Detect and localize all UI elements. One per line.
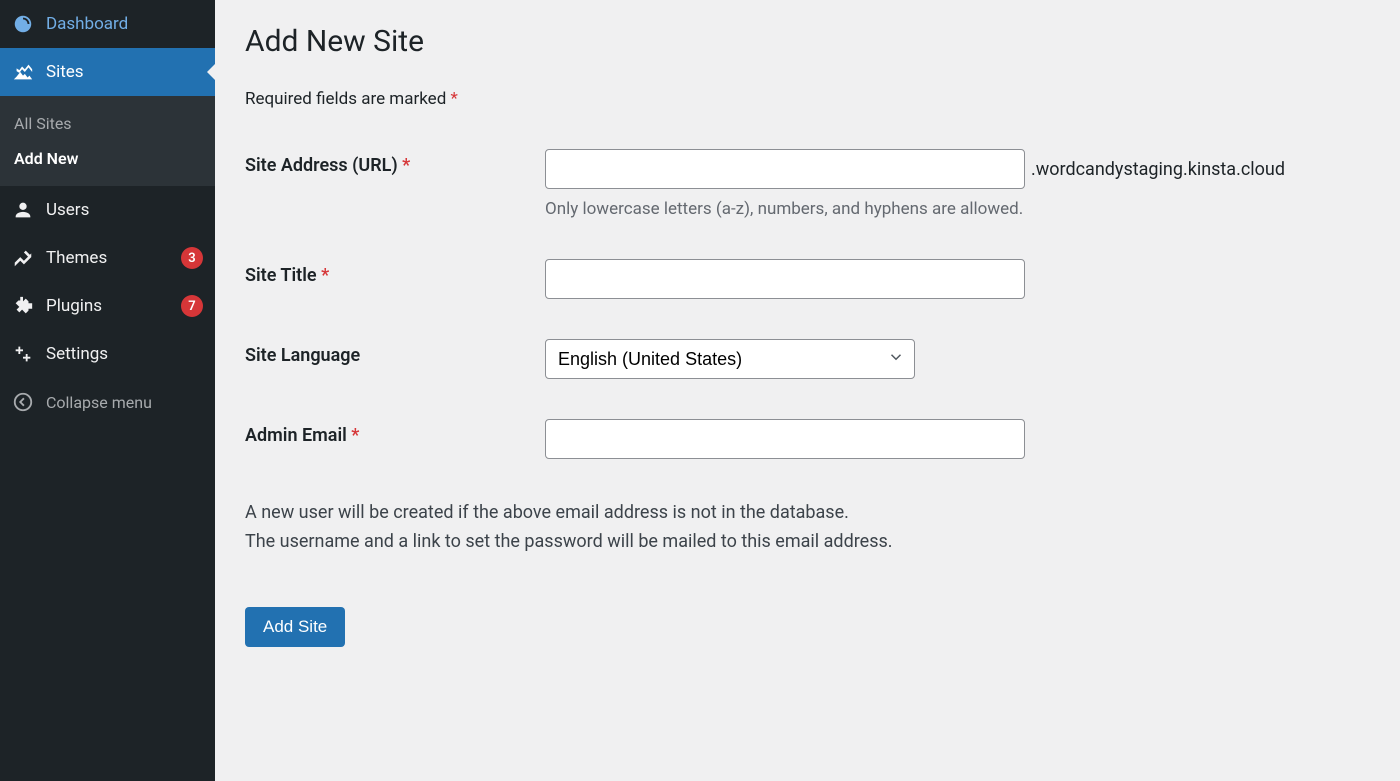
sidebar-submenu-sites: All Sites Add New — [0, 96, 215, 186]
add-site-button[interactable]: Add Site — [245, 607, 345, 647]
domain-suffix: .wordcandystaging.kinsta.cloud — [1031, 159, 1285, 180]
label-site-title: Site Title * — [245, 259, 545, 286]
row-admin-email: Admin Email * — [245, 419, 1370, 459]
required-note-text: Required fields are marked — [245, 89, 446, 109]
required-mark: * — [451, 89, 458, 109]
main-content: Add New Site Required fields are marked … — [215, 0, 1400, 781]
settings-icon — [12, 343, 34, 365]
sidebar-item-label: Collapse menu — [46, 393, 203, 412]
site-address-input[interactable] — [545, 149, 1025, 189]
themes-icon — [12, 247, 34, 269]
field-admin-email — [545, 419, 1370, 459]
sites-icon — [12, 61, 34, 83]
update-badge: 7 — [181, 295, 203, 317]
sidebar-item-label: Dashboard — [46, 14, 203, 34]
label-text: Admin Email — [245, 425, 347, 446]
page-title: Add New Site — [245, 24, 1370, 59]
label-text: Site Address (URL) — [245, 155, 398, 176]
update-badge: 3 — [181, 247, 203, 269]
required-mark: * — [321, 265, 329, 286]
label-site-address: Site Address (URL) * — [245, 149, 545, 176]
sidebar-item-themes[interactable]: Themes 3 — [0, 234, 215, 282]
sidebar-item-sites[interactable]: Sites — [0, 48, 215, 96]
sidebar-item-label: Sites — [46, 62, 203, 82]
row-site-title: Site Title * — [245, 259, 1370, 299]
submenu-item-add-new[interactable]: Add New — [0, 141, 215, 176]
sidebar-item-dashboard[interactable]: Dashboard — [0, 0, 215, 48]
label-text: Site Language — [245, 345, 360, 366]
info-line-1: A new user will be created if the above … — [245, 502, 849, 523]
field-site-address: .wordcandystaging.kinsta.cloud Only lowe… — [545, 149, 1370, 219]
required-mark: * — [402, 155, 410, 176]
row-site-address: Site Address (URL) * .wordcandystaging.k… — [245, 149, 1370, 219]
sidebar-item-label: Settings — [46, 344, 203, 364]
dashboard-icon — [12, 13, 34, 35]
form-info-text: A new user will be created if the above … — [245, 499, 1370, 557]
site-language-select[interactable]: English (United States) — [545, 339, 915, 379]
field-site-language: English (United States) — [545, 339, 1370, 379]
row-site-language: Site Language English (United States) — [245, 339, 1370, 379]
admin-sidebar: Dashboard Sites All Sites Add New Users … — [0, 0, 215, 781]
sidebar-collapse[interactable]: Collapse menu — [0, 378, 215, 426]
sidebar-item-settings[interactable]: Settings — [0, 330, 215, 378]
plugins-icon — [12, 295, 34, 317]
field-site-title — [545, 259, 1370, 299]
label-admin-email: Admin Email * — [245, 419, 545, 446]
site-address-description: Only lowercase letters (a-z), numbers, a… — [545, 199, 1370, 219]
required-mark: * — [351, 425, 359, 446]
sidebar-item-label: Plugins — [46, 296, 169, 316]
sidebar-item-label: Themes — [46, 248, 169, 268]
sidebar-item-plugins[interactable]: Plugins 7 — [0, 282, 215, 330]
sidebar-item-label: Users — [46, 200, 203, 220]
admin-email-input[interactable] — [545, 419, 1025, 459]
submenu-item-all-sites[interactable]: All Sites — [0, 106, 215, 141]
site-title-input[interactable] — [545, 259, 1025, 299]
add-site-form: Site Address (URL) * .wordcandystaging.k… — [245, 149, 1370, 459]
info-line-2: The username and a link to set the passw… — [245, 531, 893, 552]
users-icon — [12, 199, 34, 221]
sidebar-item-users[interactable]: Users — [0, 186, 215, 234]
collapse-icon — [12, 391, 34, 413]
label-text: Site Title — [245, 265, 317, 286]
required-fields-note: Required fields are marked * — [245, 89, 1370, 109]
label-site-language: Site Language — [245, 339, 545, 366]
